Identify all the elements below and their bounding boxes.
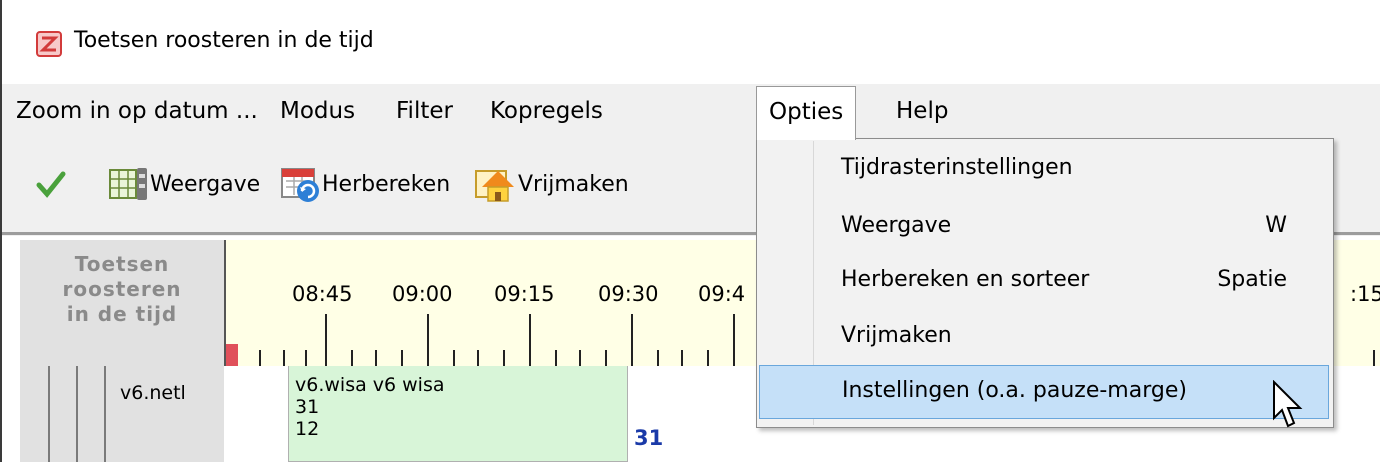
menu-item-weergave[interactable]: Weergave W (759, 201, 1329, 255)
row-header[interactable]: v6.netl (20, 366, 224, 462)
menu-zoom[interactable]: Zoom in op datum ... (16, 84, 258, 138)
menu-item-herbereken[interactable]: Herbereken en sorteer Spatie (759, 255, 1329, 309)
menu-item-label: Tijdrasterinstellingen (841, 155, 1073, 180)
current-time-marker (226, 344, 238, 366)
menu-item-label: Weergave (841, 213, 952, 238)
menu-item-label: Herbereken en sorteer (841, 267, 1090, 292)
row-divider (48, 366, 50, 462)
lesson-line-1: v6.wisa v6 wisa (295, 374, 445, 396)
checkmark-icon (36, 171, 66, 198)
mouse-cursor-icon (1273, 380, 1303, 428)
menu-item-tijdrasterinstellingen[interactable]: Tijdrasterinstellingen (759, 143, 1329, 197)
menu-help[interactable]: Help (896, 84, 948, 138)
menu-item-shortcut: W (1265, 213, 1287, 238)
menu-item-vrijmaken[interactable]: Vrijmaken (759, 311, 1329, 365)
weergave-label: Weergave (150, 171, 261, 197)
vrijmaken-label: Vrijmaken (518, 171, 629, 197)
grid-settings-icon (109, 168, 147, 200)
calendar-refresh-icon (281, 168, 319, 202)
lesson-line-3: 12 (295, 418, 320, 440)
menu-modus[interactable]: Modus (280, 84, 355, 138)
menu-item-label: Instellingen (o.a. pauze-marge) (842, 378, 1187, 403)
herbereken-button[interactable]: Herbereken (280, 162, 450, 206)
apply-button[interactable] (36, 162, 66, 206)
count-label: 31 (634, 426, 664, 450)
menu-item-instellingen[interactable]: Instellingen (o.a. pauze-marge) (759, 365, 1329, 419)
menu-opties[interactable]: Opties (756, 86, 857, 140)
row-divider (104, 366, 106, 462)
vrijmaken-button[interactable]: Vrijmaken (474, 162, 629, 206)
lesson-line-2: 31 (295, 396, 320, 418)
corner-header: Toetsen roosteren in de tijd (20, 240, 224, 366)
herbereken-label: Herbereken (322, 171, 451, 197)
row-name: v6.netl (120, 382, 186, 404)
row-divider (76, 366, 78, 462)
house-icon (475, 170, 514, 202)
corner-line-1: Toetsen (74, 252, 170, 276)
app-icon (36, 31, 62, 57)
menu-bar: Zoom in op datum ... Modus Filter Kopreg… (2, 84, 1380, 140)
opties-dropdown: Tijdrasterinstellingen Weergave W Herber… (756, 138, 1334, 428)
menu-item-shortcut: Spatie (1217, 267, 1287, 292)
lesson-block[interactable]: v6.wisa v6 wisa 31 12 (288, 366, 628, 462)
window-title: Toetsen roosteren in de tijd (74, 28, 374, 53)
title-bar: Toetsen roosteren in de tijd (2, 0, 1380, 84)
corner-line-3: in de tijd (66, 302, 178, 326)
menu-filter[interactable]: Filter (396, 84, 453, 138)
weergave-button[interactable]: Weergave (108, 162, 260, 206)
menu-item-label: Vrijmaken (841, 323, 952, 348)
menu-kopregels[interactable]: Kopregels (490, 84, 603, 138)
corner-line-2: roosteren (62, 277, 182, 301)
